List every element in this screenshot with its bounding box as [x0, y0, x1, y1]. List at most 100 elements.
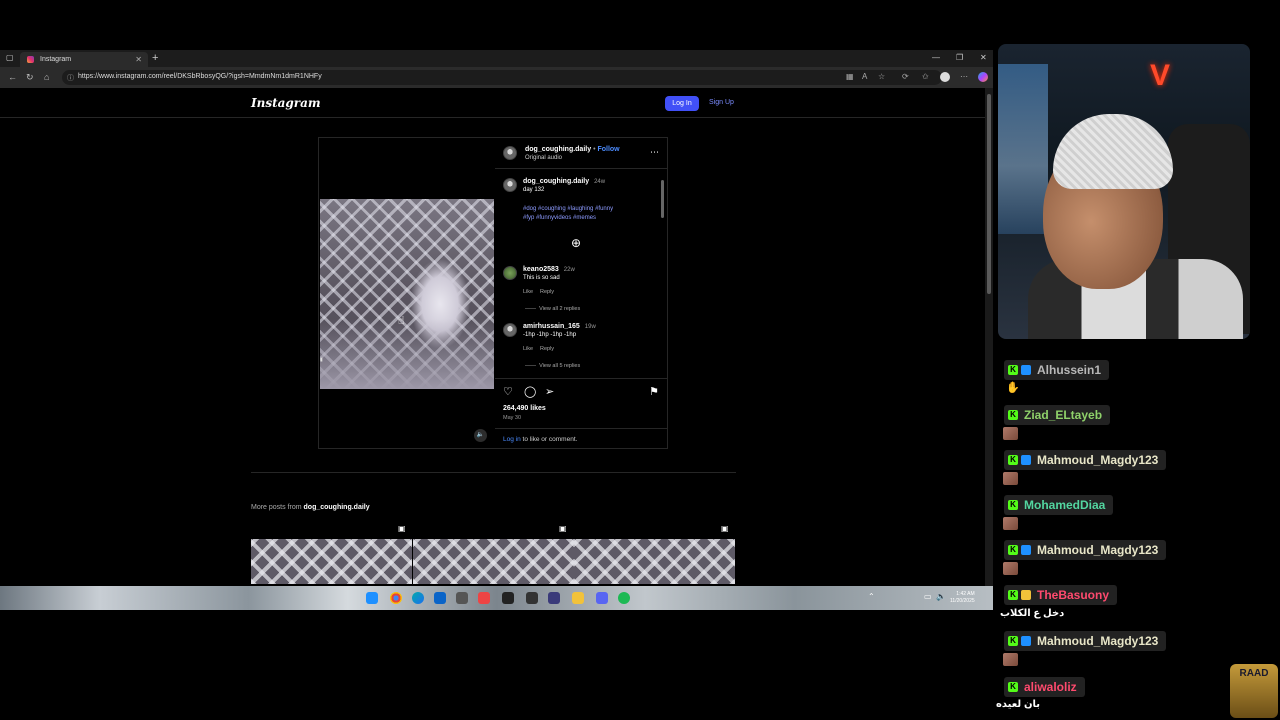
- read-aloud-icon[interactable]: A: [862, 72, 867, 81]
- chat-username: K Alhussein1: [1004, 360, 1110, 380]
- back-icon[interactable]: ←: [8, 72, 17, 82]
- profile-icon[interactable]: [940, 72, 950, 82]
- caption-avatar[interactable]: [503, 178, 517, 192]
- chat-user-name: Ziad_ELtayeb: [1024, 408, 1103, 422]
- chrome-icon[interactable]: [390, 592, 402, 604]
- new-tab-icon[interactable]: +: [152, 52, 158, 64]
- start-icon[interactable]: [366, 592, 378, 604]
- comment-user-1[interactable]: keano2583: [523, 266, 559, 273]
- app-icon[interactable]: [526, 592, 538, 604]
- hashtags-line-2[interactable]: #fyp #funnyvideos #memes: [523, 214, 613, 223]
- copilot-icon[interactable]: [978, 72, 988, 82]
- comment-username[interactable]: keano2583 22w: [523, 266, 575, 273]
- spotify-icon[interactable]: [618, 592, 630, 604]
- url-text: https://www.instagram.com/reel/DKSbRbosy…: [78, 73, 322, 80]
- more-menu-icon[interactable]: ⋯: [960, 72, 968, 81]
- refresh-icon[interactable]: ↻: [26, 72, 34, 83]
- view-replies-text-1[interactable]: View all 2 replies: [539, 306, 580, 312]
- favorites-icon[interactable]: ✩: [922, 72, 929, 81]
- author-username[interactable]: dog_coughing.daily • Follow: [525, 146, 620, 153]
- login-button[interactable]: Log In: [665, 96, 699, 111]
- video-frame[interactable]: ▮: [320, 199, 494, 389]
- comment-age-1: 22w: [563, 267, 575, 273]
- author-name[interactable]: dog_coughing.daily: [525, 146, 591, 153]
- app-icon[interactable]: [502, 592, 514, 604]
- chat-emote: [1003, 517, 1018, 530]
- video-overlay: [320, 319, 494, 389]
- login-link[interactable]: Log in: [503, 436, 521, 443]
- audio-label[interactable]: Original audio: [525, 155, 562, 161]
- hashtags-line-1[interactable]: #dog #coughing #laughing #funny: [523, 205, 613, 214]
- chat-user-name: Mahmoud_Magdy123: [1037, 634, 1159, 648]
- like-icon[interactable]: ♡: [503, 385, 513, 398]
- comment-reply-button[interactable]: Reply: [540, 346, 554, 352]
- share-icon[interactable]: ➢: [545, 385, 554, 398]
- restore-icon[interactable]: ❐: [956, 53, 963, 62]
- header-divider: [495, 168, 668, 169]
- instagram-logo[interactable]: Instagram: [251, 96, 321, 110]
- app-icon[interactable]: [478, 592, 490, 604]
- comment-icon[interactable]: ◯: [524, 385, 536, 398]
- reel-video[interactable]: ▮ ☝ 🔈: [319, 138, 494, 448]
- more-posts-user[interactable]: dog_coughing.daily: [304, 504, 370, 511]
- edge-icon[interactable]: [412, 592, 424, 604]
- file-explorer-icon[interactable]: [572, 592, 584, 604]
- home-icon[interactable]: ⌂: [44, 72, 49, 82]
- close-tab-icon[interactable]: ✕: [135, 55, 142, 64]
- save-icon[interactable]: ⚑: [649, 385, 659, 398]
- actions-divider: [495, 378, 668, 379]
- network-icon[interactable]: ▭: [924, 592, 932, 601]
- tray-chevron-icon[interactable]: ⌃: [868, 592, 875, 601]
- more-options-icon[interactable]: ⋯: [650, 147, 659, 158]
- comments-scrollbar-thumb[interactable]: [661, 180, 664, 218]
- tab-instagram[interactable]: Instagram ✕: [20, 52, 148, 67]
- signup-link[interactable]: Sign Up: [709, 99, 734, 106]
- load-more-comments-icon[interactable]: ⊕: [571, 236, 581, 250]
- chat-message: دخل ع الكلاب: [1000, 608, 1065, 619]
- view-replies-link[interactable]: —— View all 5 replies: [525, 363, 580, 369]
- app-icon[interactable]: [456, 592, 468, 604]
- comment-like-button[interactable]: Like: [523, 346, 533, 352]
- caption-user[interactable]: dog_coughing.daily: [523, 178, 589, 185]
- reel-icon: ▣: [559, 524, 567, 533]
- volume-icon[interactable]: 🔈: [936, 592, 946, 601]
- chat-username: K Ziad_ELtayeb: [1004, 405, 1111, 425]
- subscriber-badge-icon: [1021, 636, 1031, 646]
- view-replies-text-2[interactable]: View all 5 replies: [539, 363, 580, 369]
- comment-avatar[interactable]: [503, 266, 517, 280]
- chat-message: بان لعيده: [996, 699, 1040, 710]
- refresh-extension-icon[interactable]: ⟳: [902, 72, 909, 81]
- outlook-icon[interactable]: [434, 592, 446, 604]
- hashtags: #dog #coughing #laughing #funny #fyp #fu…: [523, 205, 613, 223]
- kick-badge-icon: K: [1008, 636, 1018, 646]
- page-scrollbar[interactable]: [985, 88, 993, 610]
- favorite-icon[interactable]: ☆: [878, 72, 885, 81]
- follow-link[interactable]: Follow: [597, 146, 619, 153]
- page-scrollbar-thumb[interactable]: [987, 94, 991, 294]
- chat-username: K Mahmoud_Magdy123: [1004, 540, 1167, 560]
- tab-actions-icon[interactable]: ▢: [6, 53, 14, 62]
- caption-username[interactable]: dog_coughing.daily 24w: [523, 178, 605, 185]
- post-thumbnail[interactable]: [251, 539, 412, 584]
- comment-avatar[interactable]: [503, 323, 517, 337]
- view-replies-link[interactable]: —— View all 2 replies: [525, 306, 580, 312]
- discord-icon[interactable]: [596, 592, 608, 604]
- comment-username[interactable]: amirhussain_165 19w: [523, 323, 596, 330]
- tab-bar: ▢ Instagram ✕ + — ❐ ✕: [0, 50, 993, 67]
- audio-toggle-icon[interactable]: 🔈: [474, 429, 487, 442]
- like-count[interactable]: 264,490 likes: [503, 405, 546, 412]
- url-field[interactable]: ⓘ https://www.instagram.com/reel/DKSbRbo…: [62, 70, 942, 85]
- post-thumbnail[interactable]: [574, 539, 735, 584]
- app-available-icon[interactable]: ▦: [846, 72, 854, 81]
- comment-reply-button[interactable]: Reply: [540, 289, 554, 295]
- neon-logo-icon: V: [1149, 59, 1170, 92]
- app-icon[interactable]: [548, 592, 560, 604]
- site-info-icon[interactable]: ⓘ: [67, 73, 74, 83]
- post-thumbnail[interactable]: [413, 539, 574, 584]
- close-window-icon[interactable]: ✕: [980, 53, 987, 62]
- author-avatar[interactable]: [503, 146, 517, 160]
- comment-user-2[interactable]: amirhussain_165: [523, 323, 580, 330]
- minimize-icon[interactable]: —: [932, 53, 940, 62]
- comment-like-button[interactable]: Like: [523, 289, 533, 295]
- taskbar-clock[interactable]: 1:42 AM 11/20/2025: [950, 591, 975, 605]
